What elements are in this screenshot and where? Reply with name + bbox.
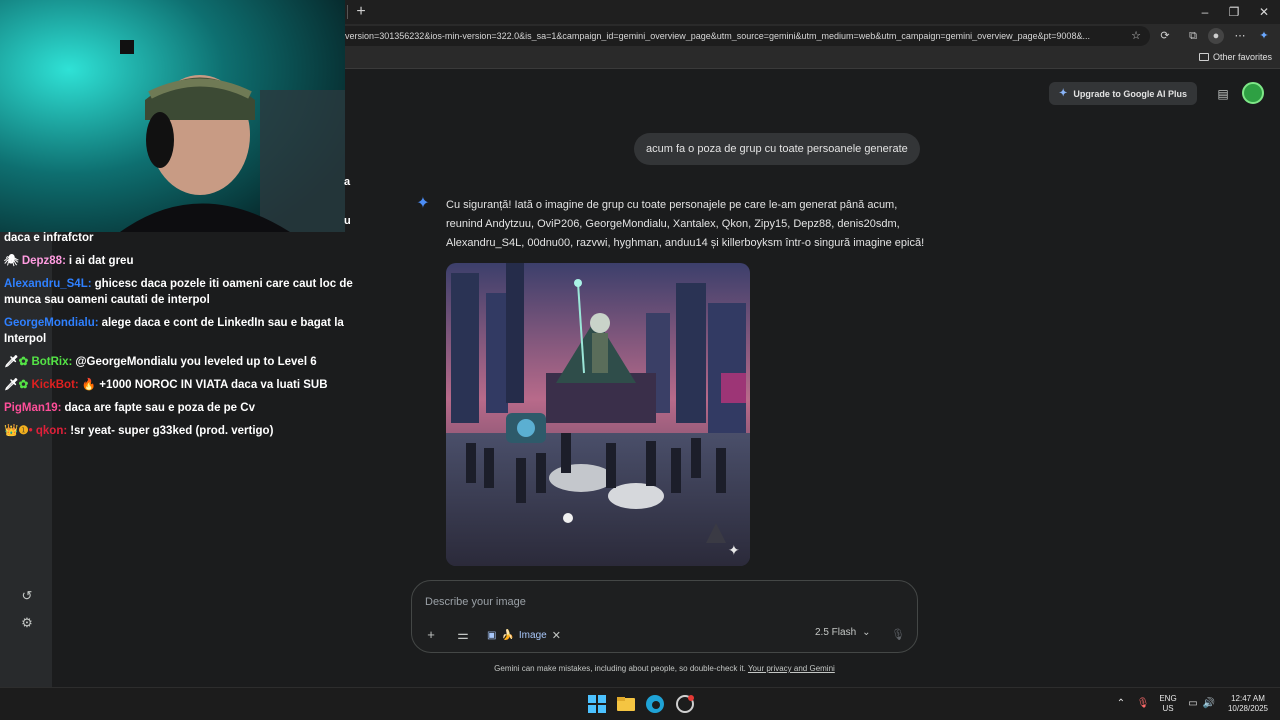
- chat-username: KickBot:: [31, 379, 79, 391]
- chat-message: PigMan19: daca are fapte sau e poza de pe…: [4, 400, 359, 416]
- chat-text: !sr yeat- super g33ked (prod. vertigo): [70, 425, 274, 437]
- favorite-star-icon[interactable]: ☆: [1128, 28, 1144, 44]
- image-chip-label: Image: [518, 629, 547, 641]
- chat-username: Alexandru_S4L:: [4, 278, 92, 290]
- chat-partial-text: u: [344, 215, 351, 227]
- generated-group-image[interactable]: ✦: [446, 263, 750, 566]
- crown-badge-icon: 👑: [4, 425, 19, 437]
- bot-badge-icon: ✿: [18, 356, 29, 368]
- language-indicator[interactable]: ENG US: [1156, 694, 1180, 714]
- model-selector[interactable]: 2.5 Flash ⌄: [815, 627, 871, 638]
- chat-message: 🕷 Depz88: i ai dat greu: [4, 253, 359, 269]
- user-prompt-bubble: acum fa o poza de grup cu toate persoane…: [634, 133, 920, 165]
- windows-start-icon[interactable]: [587, 694, 607, 714]
- prompt-composer: + ⚌ ▣ 🍌 Image ✕ 2.5 Flash ⌄ 🎙: [411, 580, 918, 653]
- display-icon[interactable]: ▭: [1186, 697, 1200, 711]
- other-favorites-label: Other favorites: [1212, 52, 1272, 62]
- chat-username: Depz88:: [21, 255, 66, 267]
- chat-message: Alexandru_S4L: ghicesc daca pozele iti oa…: [4, 276, 359, 308]
- add-attachment-icon[interactable]: +: [422, 626, 440, 644]
- image-tool-chip[interactable]: ▣ 🍌 Image ✕: [487, 626, 561, 644]
- chat-text: daca are fapte sau e poza de pe Cv: [64, 402, 255, 414]
- model-response: Cu siguranță! Iată o imagine de grup cu …: [446, 199, 925, 249]
- chat-text: @GeorgeMondialu you leveled up to Level …: [75, 356, 317, 368]
- tray-chevron-icon[interactable]: ⌃: [1114, 697, 1128, 711]
- disclaimer-text: Gemini can make mistakes, including abou…: [494, 664, 746, 673]
- url-text[interactable]: version=301356232&ios-min-version=322.0&…: [345, 31, 1125, 41]
- copilot-icon[interactable]: ✦: [1256, 28, 1272, 44]
- close-window-button[interactable]: ✕: [1254, 3, 1274, 21]
- minimize-button[interactable]: –: [1195, 3, 1215, 21]
- volume-icon[interactable]: 🔊: [1202, 697, 1216, 711]
- sub-badge-icon: ❶: [18, 425, 29, 437]
- stream-chat: daca e infrafctor 🕷 Depz88: i ai dat greu…: [4, 230, 359, 446]
- windows-taskbar: [0, 687, 1280, 720]
- chat-username: qkon:: [35, 425, 68, 437]
- model-label: 2.5 Flash: [815, 627, 857, 638]
- remove-chip-icon[interactable]: ✕: [552, 629, 561, 642]
- chat-username: BotRix:: [31, 356, 73, 368]
- language-code: ENG: [1159, 694, 1177, 703]
- chat-username: GeorgeMondialu:: [4, 317, 99, 329]
- microphone-tray-icon[interactable]: 🎙: [1136, 697, 1150, 711]
- generated-image-art: ✦: [446, 263, 750, 566]
- chat-message: 👑❶• qkon: !sr yeat- super g33ked (prod. v…: [4, 423, 359, 439]
- chevron-down-icon: ⌄: [862, 627, 871, 638]
- sword-badge-icon: 🗡: [4, 356, 19, 368]
- gemini-sparkle-icon: ✦: [416, 195, 430, 212]
- fire-icon: 🔥: [81, 379, 97, 391]
- star-badge-icon: •: [28, 425, 33, 437]
- upgrade-label: Upgrade to Google AI Plus: [1073, 88, 1188, 99]
- split-screen-icon[interactable]: ⧉: [1185, 28, 1201, 44]
- sword-badge-icon: 🗡: [4, 379, 19, 391]
- chat-text: i ai dat greu: [68, 255, 134, 267]
- gallery-icon: ▣: [487, 629, 497, 641]
- restore-button[interactable]: ❐: [1224, 3, 1244, 21]
- webcam-overlay: [0, 0, 345, 232]
- refresh-extension-icon[interactable]: ⟳: [1157, 28, 1173, 44]
- chat-text: daca e infrafctor: [4, 232, 94, 244]
- sparkle-icon: ✦: [1058, 88, 1068, 99]
- region-code: US: [1162, 704, 1174, 713]
- svg-text:✦: ✦: [728, 543, 740, 559]
- chat-message: 🗡✿ BotRix: @GeorgeMondialu you leveled up…: [4, 354, 359, 370]
- banana-icon: 🍌: [501, 629, 514, 641]
- edge-browser-icon[interactable]: [645, 694, 665, 714]
- settings-gear-icon[interactable]: ⚙: [18, 614, 36, 632]
- activity-history-icon[interactable]: ↺: [18, 587, 36, 605]
- file-explorer-icon[interactable]: [616, 694, 636, 714]
- tab-separator: [347, 5, 348, 19]
- chat-text: +1000 NOROC IN VIATA daca va luati SUB: [99, 379, 328, 391]
- chat-message: 🗡✿ KickBot: 🔥 +1000 NOROC IN VIATA daca v…: [4, 377, 359, 393]
- clock-time: 12:47 AM: [1231, 694, 1265, 703]
- folder-icon: [1198, 53, 1209, 61]
- spider-badge-icon: 🕷: [4, 255, 19, 267]
- clock-date: 10/28/2025: [1227, 704, 1269, 713]
- new-tab-button[interactable]: +: [352, 3, 370, 21]
- bot-badge-icon: ✿: [18, 379, 29, 391]
- more-options-icon[interactable]: ⋯: [1232, 28, 1248, 44]
- screen: + – ❐ ✕ version=301356232&ios-min-versio…: [0, 0, 1280, 720]
- temporary-chat-icon[interactable]: ▤: [1214, 85, 1232, 103]
- microphone-icon[interactable]: 🎙: [890, 626, 906, 644]
- privacy-link[interactable]: Your privacy and Gemini: [748, 664, 835, 673]
- chat-message: GeorgeMondialu: alege daca e cont de Link…: [4, 315, 359, 347]
- chat-partial-text: a: [344, 176, 351, 188]
- other-favorites[interactable]: Other favorites: [1198, 52, 1272, 62]
- prompt-input[interactable]: [425, 593, 805, 611]
- obs-studio-icon[interactable]: [675, 694, 695, 714]
- clock[interactable]: 12:47 AM 10/28/2025: [1222, 694, 1274, 714]
- chat-message: daca e infrafctor: [4, 230, 359, 246]
- webcam-feed: [0, 0, 345, 232]
- account-avatar[interactable]: [1242, 82, 1264, 104]
- tools-sliders-icon[interactable]: ⚌: [454, 626, 472, 644]
- disclaimer: Gemini can make mistakes, including abou…: [411, 664, 918, 673]
- upgrade-button[interactable]: ✦ Upgrade to Google AI Plus: [1049, 82, 1197, 105]
- chat-username: PigMan19:: [4, 402, 62, 414]
- profile-icon[interactable]: ●: [1208, 28, 1224, 44]
